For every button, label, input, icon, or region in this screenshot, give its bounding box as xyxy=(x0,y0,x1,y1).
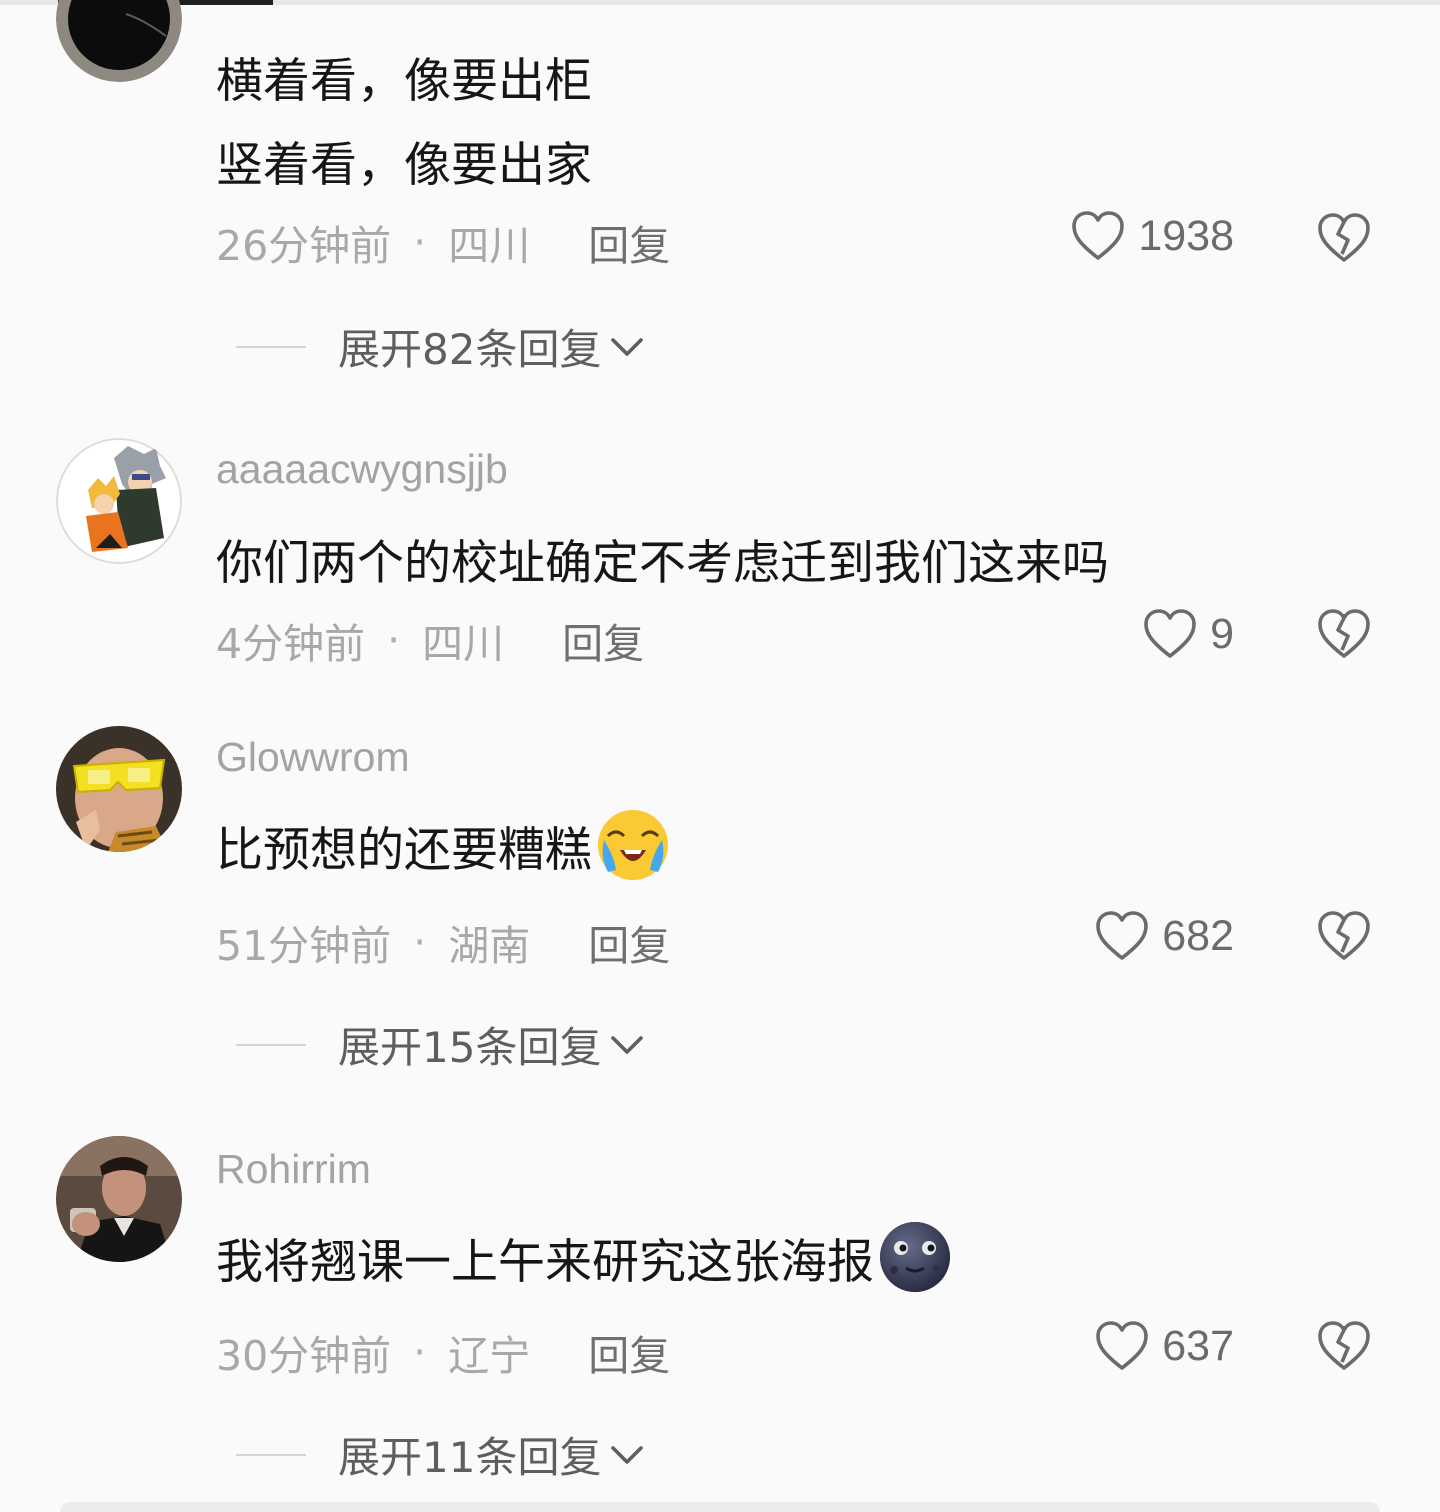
expand-replies-label: 展开11条回复 xyxy=(338,1433,602,1482)
reply-button[interactable]: 回复 xyxy=(588,212,670,272)
chevron-down-icon xyxy=(611,337,644,356)
comment-location: 湖南 xyxy=(448,922,531,970)
broken-heart-icon[interactable] xyxy=(1316,1320,1372,1372)
comment-text: 竖着看，像要出家 xyxy=(216,138,592,193)
reply-button[interactable]: 回复 xyxy=(588,912,670,972)
comment-meta: 26分钟前 · 四川 回复 xyxy=(216,212,670,272)
comment-text: 比预想的还要糟糕 xyxy=(216,806,672,884)
broken-heart-icon[interactable] xyxy=(1316,608,1372,660)
comment-text: 横着看，像要出柜 xyxy=(216,54,592,109)
expand-replies-label: 展开15条回复 xyxy=(338,1023,602,1072)
like-button[interactable]: 682 xyxy=(1094,910,1234,962)
like-button[interactable]: 9 xyxy=(1142,608,1234,660)
heart-outline-icon xyxy=(1096,1321,1149,1370)
username[interactable]: Glowwrom xyxy=(216,734,410,781)
comment-location: 四川 xyxy=(422,620,505,668)
comment-text: 你们两个的校址确定不考虑迁到我们这来吗 xyxy=(216,536,1109,591)
comment-time: 51分钟前 xyxy=(216,922,392,970)
expand-replies-button[interactable]: 展开11条回复 xyxy=(236,1424,645,1485)
separator-dot: · xyxy=(413,918,427,966)
broken-heart-icon[interactable] xyxy=(1316,910,1372,962)
comment-location: 辽宁 xyxy=(448,1332,531,1380)
broken-heart-icon[interactable] xyxy=(1316,212,1372,264)
expand-replies-button[interactable]: 展开82条回复 xyxy=(236,316,645,377)
like-count: 9 xyxy=(1210,609,1234,658)
input-bar-edge xyxy=(60,1502,1380,1512)
comment-meta: 30分钟前 · 辽宁 回复 xyxy=(216,1322,670,1382)
expand-divider xyxy=(236,345,306,348)
chevron-down-icon xyxy=(611,1445,644,1464)
expand-replies-button[interactable]: 展开15条回复 xyxy=(236,1014,645,1075)
heart-outline-icon xyxy=(1096,911,1149,960)
expand-replies-label: 展开82条回复 xyxy=(338,325,602,374)
comment-meta: 4分钟前 · 四川 回复 xyxy=(216,610,644,670)
heart-outline-icon xyxy=(1144,609,1196,658)
loudly-crying-face-icon xyxy=(598,810,668,880)
comment-time: 30分钟前 xyxy=(216,1332,392,1380)
username[interactable]: Rohirrim xyxy=(216,1146,371,1193)
chevron-down-icon xyxy=(611,1035,644,1054)
like-count: 1938 xyxy=(1138,211,1234,260)
like-button[interactable]: 637 xyxy=(1094,1320,1234,1372)
reply-button[interactable]: 回复 xyxy=(562,610,644,670)
comment-time: 4分钟前 xyxy=(216,620,366,668)
reply-button[interactable]: 回复 xyxy=(588,1322,670,1382)
expand-divider xyxy=(236,1043,306,1046)
separator-dot: · xyxy=(413,218,427,266)
comment-time: 26分钟前 xyxy=(216,222,392,270)
like-count: 637 xyxy=(1162,1321,1234,1370)
comment-location: 四川 xyxy=(448,222,531,270)
expand-divider xyxy=(236,1453,306,1456)
separator-dot: · xyxy=(387,616,401,664)
heart-outline-icon xyxy=(1072,211,1125,260)
avatar[interactable] xyxy=(56,438,182,564)
like-button[interactable]: 1938 xyxy=(1070,210,1234,262)
avatar[interactable] xyxy=(56,1136,182,1262)
comment-meta: 51分钟前 · 湖南 回复 xyxy=(216,912,670,972)
avatar[interactable] xyxy=(56,0,182,82)
like-count: 682 xyxy=(1162,911,1234,960)
comment-text-content: 我将翘课一上午来研究这张海报 xyxy=(216,1234,874,1290)
avatar[interactable] xyxy=(56,726,182,852)
top-scroll-edge xyxy=(0,0,1440,5)
separator-dot: · xyxy=(413,1328,427,1376)
new-moon-face-icon xyxy=(880,1222,950,1292)
comment-text: 我将翘课一上午来研究这张海报 xyxy=(216,1218,954,1296)
username[interactable]: aaaaacwygnsjjb xyxy=(216,446,508,493)
comment-text-content: 比预想的还要糟糕 xyxy=(216,822,592,878)
